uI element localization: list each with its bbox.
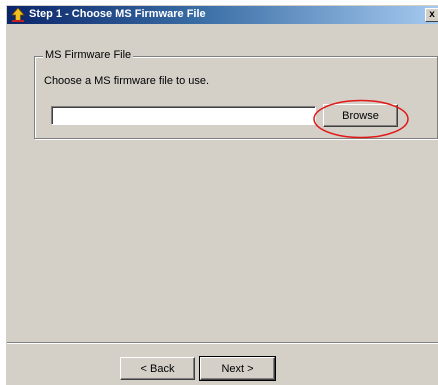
firmware-wizard-dialog: Step 1 - Choose MS Firmware File x MS Fi… (6, 5, 438, 385)
close-button[interactable]: x (425, 8, 438, 22)
close-icon: x (429, 9, 435, 20)
group-legend: MS Firmware File (43, 49, 134, 61)
highlight-circle (313, 99, 409, 139)
back-button[interactable]: < Back (120, 357, 195, 380)
firmware-path-input[interactable] (51, 106, 316, 125)
window-title: Step 1 - Choose MS Firmware File (29, 8, 206, 20)
group-description: Choose a MS firmware file to use. (44, 75, 210, 87)
footer-divider (7, 342, 438, 344)
next-button[interactable]: Next > (199, 356, 276, 381)
wizard-upload-icon (11, 7, 25, 22)
title-bar[interactable]: Step 1 - Choose MS Firmware File x (7, 6, 438, 24)
